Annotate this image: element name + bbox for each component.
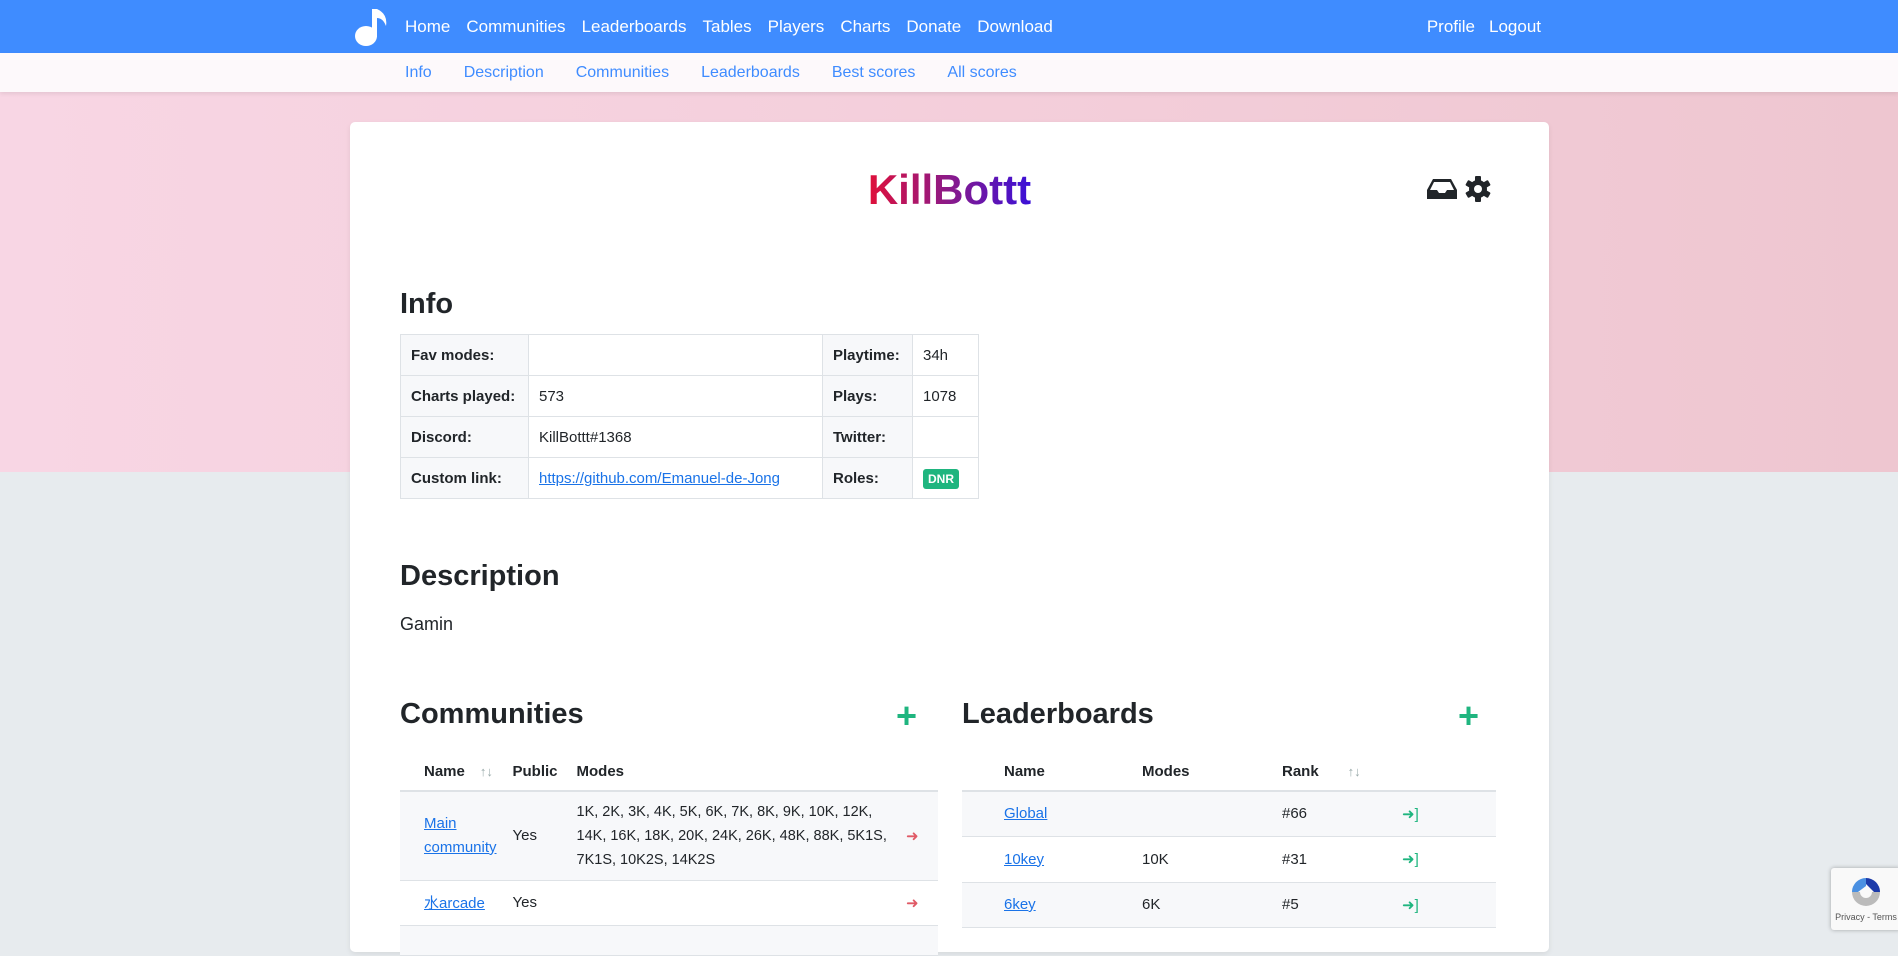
- public-value: Yes: [504, 791, 569, 881]
- modes-value: [1134, 791, 1274, 837]
- subnav-info[interactable]: Info: [405, 64, 432, 82]
- profile-card: KillBottt Info Fav modes: Playtime: 34h Ch…: [350, 122, 1549, 956]
- info-value: [912, 416, 979, 458]
- info-value: 573: [528, 375, 823, 417]
- music-note-logo-icon[interactable]: [350, 6, 392, 48]
- subnav-all-scores[interactable]: All scores: [947, 64, 1016, 82]
- community-link[interactable]: 水arcade: [424, 895, 485, 912]
- rank-value: #5: [1274, 882, 1394, 928]
- col-modes: Modes: [568, 752, 898, 792]
- subnav-communities[interactable]: Communities: [576, 64, 669, 82]
- info-label: Discord:: [400, 416, 529, 458]
- join-leaderboard-icon[interactable]: ➜]: [1394, 791, 1496, 837]
- info-label: Fav modes:: [400, 334, 529, 376]
- join-leaderboard-icon[interactable]: ➜]: [1394, 882, 1496, 928]
- info-value: [528, 334, 823, 376]
- description-heading: Description: [400, 560, 560, 592]
- nav-logout[interactable]: Logout: [1489, 17, 1541, 37]
- col-label: Rank: [1282, 762, 1319, 780]
- recaptcha-badge[interactable]: Privacy - Terms: [1831, 868, 1898, 930]
- communities-heading: Communities: [400, 698, 584, 730]
- table-row: Global #66 ➜]: [962, 791, 1496, 837]
- inbox-icon[interactable]: [1427, 176, 1457, 202]
- add-leaderboard-button[interactable]: +: [1458, 698, 1479, 734]
- rank-value: #66: [1274, 791, 1394, 837]
- col-rank[interactable]: Rank ↑↓: [1274, 752, 1394, 792]
- nav-players[interactable]: Players: [768, 17, 825, 37]
- leave-community-icon[interactable]: ➜: [898, 791, 938, 881]
- community-link[interactable]: Main community: [424, 815, 497, 856]
- table-row: 水arcade Yes ➜: [400, 880, 938, 926]
- info-value: 1078: [912, 375, 979, 417]
- top-navbar: Home Communities Leaderboards Tables Pla…: [0, 0, 1898, 53]
- rank-value: #31: [1274, 836, 1394, 883]
- info-value: KillBottt#1368: [528, 416, 823, 458]
- player-name-text: KillBottt: [867, 166, 1032, 213]
- custom-link[interactable]: https://github.com/Emanuel-de-Jong: [539, 470, 780, 487]
- col-name[interactable]: Name ↑↓: [400, 752, 505, 792]
- recaptcha-links[interactable]: Privacy - Terms: [1831, 912, 1898, 922]
- nav-tables[interactable]: Tables: [702, 17, 751, 37]
- sort-icon[interactable]: ↑↓: [469, 764, 493, 779]
- leaderboard-link[interactable]: 10key: [1004, 851, 1044, 868]
- recaptcha-icon: [1852, 878, 1880, 906]
- leaderboards-heading: Leaderboards: [962, 698, 1154, 730]
- modes-value: 10K: [1134, 836, 1274, 883]
- col-modes: Modes: [1134, 752, 1274, 792]
- nav-download[interactable]: Download: [977, 17, 1053, 37]
- nav-leaderboards[interactable]: Leaderboards: [582, 17, 687, 37]
- nav-donate[interactable]: Donate: [906, 17, 961, 37]
- subnav-description[interactable]: Description: [464, 64, 544, 82]
- add-community-button[interactable]: +: [896, 698, 917, 734]
- leave-community-icon[interactable]: ➜: [898, 880, 938, 926]
- info-label: Plays:: [822, 375, 913, 417]
- leaderboards-table: Name Modes Rank ↑↓ Global #66 ➜] 10key 10K #31…: [962, 752, 1496, 928]
- subnav-best-scores[interactable]: Best scores: [832, 64, 916, 82]
- table-row: Main community Yes 1K, 2K, 3K, 4K, 5K, 6K,…: [400, 791, 938, 881]
- info-label: Charts played:: [400, 375, 529, 417]
- info-heading: Info: [400, 288, 454, 320]
- sort-icon[interactable]: ↑↓: [1319, 764, 1361, 779]
- modes-value: 1K, 2K, 3K, 4K, 5K, 6K, 7K, 8K, 9K, 10K,…: [568, 791, 898, 881]
- table-row: 10key 10K #31 ➜]: [962, 836, 1496, 883]
- info-label: Roles:: [822, 457, 913, 499]
- description-text: Gamin: [400, 614, 454, 634]
- modes-value: 6K: [1134, 882, 1274, 928]
- gear-icon[interactable]: [1465, 176, 1491, 202]
- table-row: 6key 6K #5 ➜]: [962, 882, 1496, 928]
- leaderboard-link[interactable]: 6key: [1004, 896, 1036, 913]
- nav-communities[interactable]: Communities: [466, 17, 565, 37]
- join-leaderboard-icon[interactable]: ➜]: [1394, 836, 1496, 883]
- leaderboard-link[interactable]: Global: [1004, 805, 1047, 822]
- modes-value: [568, 880, 898, 926]
- communities-table: Name ↑↓ Public Modes Main community Yes 1K, …: [400, 752, 938, 956]
- nav-profile[interactable]: Profile: [1427, 17, 1475, 37]
- nav-home[interactable]: Home: [405, 17, 450, 37]
- col-name: Name: [962, 752, 1134, 792]
- col-label: Name: [424, 762, 465, 780]
- info-label: Playtime:: [822, 334, 913, 376]
- player-name: KillBottt: [350, 166, 1549, 214]
- info-value: 34h: [912, 334, 979, 376]
- section-nav: Info Description Communities Leaderboard…: [0, 53, 1898, 92]
- info-table: Fav modes: Playtime: 34h Charts played: 573…: [400, 334, 979, 499]
- info-label: Custom link:: [400, 457, 529, 499]
- public-value: Yes: [504, 880, 569, 926]
- col-public: Public: [504, 752, 569, 792]
- subnav-leaderboards[interactable]: Leaderboards: [701, 64, 800, 82]
- nav-charts[interactable]: Charts: [840, 17, 890, 37]
- info-label: Twitter:: [822, 416, 913, 458]
- role-badge: DNR: [923, 468, 959, 489]
